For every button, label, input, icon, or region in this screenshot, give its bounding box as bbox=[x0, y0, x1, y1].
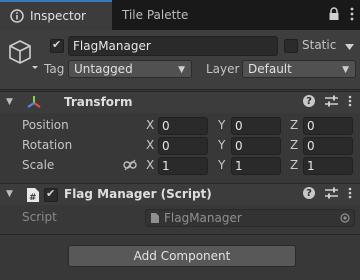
scale-x-axis: X bbox=[146, 158, 155, 172]
object-name-value: FlagManager bbox=[73, 39, 151, 53]
layer-value: Default bbox=[248, 62, 292, 76]
static-checkbox[interactable] bbox=[284, 39, 298, 53]
script-label: Script bbox=[22, 210, 57, 224]
static-dropdown-caret-icon[interactable] bbox=[345, 44, 354, 50]
position-y-field[interactable]: 0 bbox=[231, 117, 281, 135]
tag-dropdown-caret-icon: ▼ bbox=[178, 65, 185, 75]
position-label: Position bbox=[22, 118, 69, 132]
lock-icon[interactable] bbox=[328, 7, 340, 21]
position-z-field[interactable]: 0 bbox=[303, 117, 353, 135]
position-x-field[interactable]: 0 bbox=[158, 117, 208, 135]
add-component-button[interactable]: Add Component bbox=[68, 245, 296, 267]
rotation-z-axis: Z bbox=[290, 138, 299, 152]
scale-z-field[interactable]: 1 bbox=[303, 157, 353, 175]
help-icon[interactable]: ? bbox=[303, 187, 315, 199]
tag-dropdown[interactable]: Untagged ▼ bbox=[68, 60, 192, 78]
object-name-input[interactable]: FlagManager bbox=[68, 36, 278, 56]
script-file-icon bbox=[151, 213, 159, 223]
more-options-icon[interactable] bbox=[350, 7, 354, 21]
rotation-x-axis: X bbox=[146, 138, 155, 152]
tag-value: Untagged bbox=[74, 62, 133, 76]
help-icon[interactable]: ? bbox=[303, 95, 315, 107]
scale-label: Scale bbox=[22, 158, 55, 172]
more-options-icon[interactable] bbox=[348, 95, 352, 107]
svg-text:#: # bbox=[29, 193, 37, 203]
rotation-label: Rotation bbox=[22, 138, 73, 152]
tab-tile-palette-label: Tile Palette bbox=[122, 8, 189, 22]
rotation-z-field[interactable]: 0 bbox=[303, 137, 353, 155]
checkmark-icon: ✔ bbox=[46, 187, 56, 200]
transform-header[interactable]: ▼ Transform ? bbox=[0, 91, 360, 113]
active-checkbox[interactable]: ✔ bbox=[50, 38, 64, 53]
layer-dropdown[interactable]: Default ▼ bbox=[242, 60, 356, 78]
script-enabled-checkbox[interactable]: ✔ bbox=[44, 187, 58, 202]
script-object-field: FlagManager bbox=[145, 209, 355, 227]
gameobject-header: ✔ FlagManager Static Tag Untagged ▼ Laye… bbox=[0, 30, 360, 90]
object-picker-icon[interactable] bbox=[340, 213, 350, 223]
checkmark-icon: ✔ bbox=[52, 38, 62, 51]
more-options-icon[interactable] bbox=[348, 187, 352, 199]
script-component-title: Flag Manager (Script) bbox=[64, 187, 212, 201]
tag-label: Tag bbox=[44, 62, 65, 76]
rotation-x-field[interactable]: 0 bbox=[158, 137, 208, 155]
foldout-arrow-icon[interactable]: ▼ bbox=[6, 97, 13, 107]
position-x-axis: X bbox=[146, 118, 155, 132]
foldout-arrow-icon[interactable]: ▼ bbox=[6, 189, 13, 199]
tab-bar: Inspector Tile Palette bbox=[0, 0, 360, 30]
position-z-axis: Z bbox=[290, 118, 299, 132]
presets-sliders-icon[interactable] bbox=[325, 95, 338, 107]
divider bbox=[0, 234, 360, 235]
script-value: FlagManager bbox=[164, 211, 242, 225]
tab-inspector[interactable]: Inspector bbox=[0, 0, 112, 30]
scale-y-axis: Y bbox=[218, 158, 226, 172]
constrain-proportions-link-icon[interactable] bbox=[123, 159, 137, 171]
info-icon bbox=[10, 9, 24, 23]
static-label: Static bbox=[302, 38, 337, 52]
layer-dropdown-caret-icon: ▼ bbox=[342, 65, 349, 75]
tab-tile-palette[interactable]: Tile Palette bbox=[114, 0, 224, 30]
transform-axes-icon bbox=[27, 96, 41, 108]
scale-z-axis: Z bbox=[290, 158, 299, 172]
presets-sliders-icon[interactable] bbox=[325, 187, 338, 199]
layer-label: Layer bbox=[206, 62, 240, 76]
rotation-y-axis: Y bbox=[218, 138, 226, 152]
scale-x-field[interactable]: 1 bbox=[158, 157, 208, 175]
scale-y-field[interactable]: 1 bbox=[231, 157, 281, 175]
transform-title: Transform bbox=[64, 95, 133, 109]
script-component-header[interactable]: ▼ # ✔ Flag Manager (Script) ? bbox=[0, 183, 360, 205]
tab-inspector-label: Inspector bbox=[30, 9, 86, 23]
position-y-axis: Y bbox=[218, 118, 226, 132]
gameobject-cube-icon[interactable] bbox=[8, 38, 38, 72]
rotation-y-field[interactable]: 0 bbox=[231, 137, 281, 155]
csharp-script-icon: # bbox=[27, 188, 39, 203]
